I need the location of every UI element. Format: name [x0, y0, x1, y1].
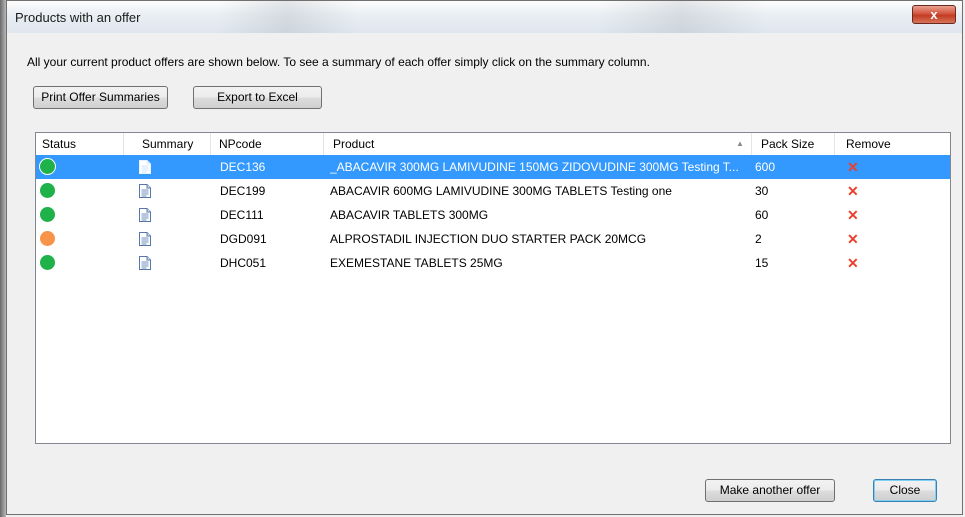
- product-cell: ABACAVIR TABLETS 300MG: [330, 208, 489, 222]
- make-another-offer-button[interactable]: Make another offer: [705, 479, 835, 502]
- col-header-status[interactable]: Status: [36, 133, 124, 155]
- table-row[interactable]: DGD091 ALPROSTADIL INJECTION DUO STARTER …: [36, 227, 950, 251]
- npcode-cell: DHC051: [220, 256, 267, 270]
- info-text: All your current product offers are show…: [27, 55, 650, 69]
- dialog-body: All your current product offers are show…: [10, 34, 958, 512]
- col-header-product[interactable]: Product: [324, 133, 752, 155]
- npcode-cell: DEC136: [220, 160, 266, 174]
- document-icon[interactable]: [139, 208, 151, 225]
- document-icon[interactable]: [139, 184, 151, 201]
- table-row[interactable]: DHC051 EXEMESTANE TABLETS 25MG 15 ✕: [36, 251, 950, 275]
- close-button[interactable]: Close: [873, 479, 937, 502]
- npcode-cell: DEC199: [220, 184, 266, 198]
- document-icon[interactable]: [139, 256, 151, 273]
- table-header: Status Summary NPcode Product ▲ Pack Siz…: [36, 133, 950, 156]
- document-icon[interactable]: [139, 232, 151, 249]
- sort-ascending-icon: ▲: [736, 139, 744, 148]
- status-dot-icon: [40, 231, 55, 246]
- table-row[interactable]: DEC136 _ABACAVIR 300MG LAMIVUDINE 150MG Z…: [36, 155, 950, 179]
- close-button-label: Close: [889, 483, 921, 497]
- window-close-button[interactable]: x: [912, 5, 956, 24]
- col-header-summary[interactable]: Summary: [124, 133, 211, 155]
- product-cell: _ABACAVIR 300MG LAMIVUDINE 150MG ZIDOVUD…: [330, 160, 739, 174]
- print-offer-summaries-button[interactable]: Print Offer Summaries: [33, 86, 168, 109]
- export-to-excel-button[interactable]: Export to Excel: [193, 86, 322, 109]
- dialog-window: Products with an offer x All your curren…: [6, 0, 963, 515]
- window-title: Products with an offer: [15, 10, 141, 25]
- col-header-remove[interactable]: Remove: [835, 133, 950, 155]
- npcode-cell: DEC111: [220, 208, 264, 222]
- title-bar-glare: [597, 1, 767, 33]
- product-cell: EXEMESTANE TABLETS 25MG: [330, 256, 503, 270]
- export-button-label: Export to Excel: [217, 90, 298, 104]
- npcode-cell: DGD091: [220, 232, 267, 246]
- remove-x-icon[interactable]: ✕: [847, 155, 859, 179]
- remove-x-icon[interactable]: ✕: [847, 251, 859, 275]
- remove-x-icon[interactable]: ✕: [847, 203, 859, 227]
- remove-x-icon[interactable]: ✕: [847, 227, 859, 251]
- product-cell: ABACAVIR 600MG LAMIVUDINE 300MG TABLETS …: [330, 184, 672, 198]
- pack-size-cell: 600: [755, 160, 776, 174]
- make-offer-label: Make another offer: [719, 483, 821, 497]
- print-button-label: Print Offer Summaries: [41, 90, 160, 104]
- remove-x-icon[interactable]: ✕: [847, 179, 859, 203]
- status-dot-icon: [40, 255, 55, 270]
- pack-size-cell: 2: [755, 232, 762, 246]
- offers-table[interactable]: Status Summary NPcode Product ▲ Pack Siz…: [35, 132, 951, 444]
- table-row[interactable]: DEC111 ABACAVIR TABLETS 300MG 60 ✕: [36, 203, 950, 227]
- pack-size-cell: 30: [755, 184, 769, 198]
- pack-size-cell: 60: [755, 208, 769, 222]
- col-header-npcode[interactable]: NPcode: [211, 133, 324, 155]
- title-bar-glare: [217, 1, 357, 33]
- product-cell: ALPROSTADIL INJECTION DUO STARTER PACK 2…: [330, 232, 647, 246]
- status-dot-icon: [40, 207, 55, 222]
- status-dot-icon: [40, 183, 55, 198]
- col-header-pack-size[interactable]: Pack Size: [752, 133, 835, 155]
- status-dot-icon: [40, 159, 55, 174]
- table-row[interactable]: DEC199 ABACAVIR 600MG LAMIVUDINE 300MG TA…: [36, 179, 950, 203]
- pack-size-cell: 15: [755, 256, 769, 270]
- document-icon[interactable]: [139, 160, 151, 177]
- title-bar[interactable]: Products with an offer x: [7, 1, 962, 33]
